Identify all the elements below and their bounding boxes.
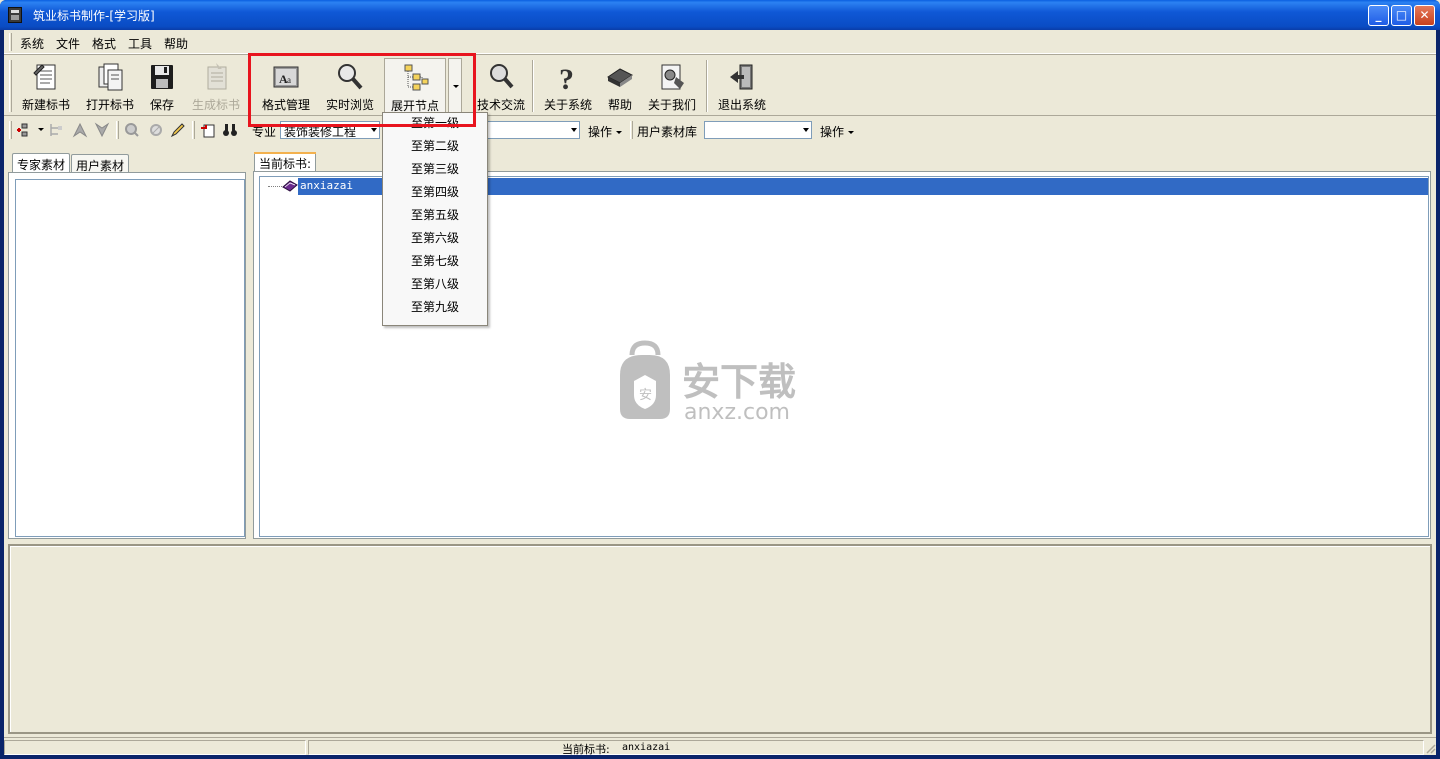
search-globe-icon (490, 64, 514, 89)
svg-text:安: 安 (639, 388, 652, 403)
menu-format[interactable]: 格式 (92, 35, 116, 52)
tech-exchange-button[interactable]: 技术交流 (474, 58, 528, 114)
save-label: 保存 (149, 98, 174, 112)
binoculars-icon[interactable] (222, 122, 238, 138)
minimize-button[interactable]: _ (1368, 5, 1389, 26)
exit-door-icon (730, 64, 753, 90)
toolbar-grip[interactable] (9, 60, 12, 112)
new-document-label: 新建标书 (21, 98, 70, 112)
chevron-down-icon (571, 128, 577, 132)
about-system-button[interactable]: ? 关于系统 (540, 58, 596, 114)
svg-text:?: ? (559, 63, 574, 93)
chevron-down-icon (371, 128, 377, 132)
operate-menu-1[interactable]: 操作 (588, 123, 623, 140)
menu-file[interactable]: 文件 (56, 35, 80, 52)
menu-item-level-9[interactable]: 至第九级 (383, 296, 487, 319)
menu-grip[interactable] (9, 33, 12, 51)
about-system-label: 关于系统 (543, 98, 592, 112)
menu-system[interactable]: 系统 (20, 35, 44, 52)
node-tree-icon[interactable] (48, 122, 64, 138)
title-bar[interactable]: 筑业标书制作-[学习版] _ □ ✕ (0, 0, 1440, 30)
tab-current-document[interactable]: 当前标书: (254, 152, 317, 172)
menu-bar: 系统 文件 格式 工具 帮助 (4, 30, 1436, 54)
exit-system-label: 退出系统 (717, 98, 766, 112)
menu-help[interactable]: 帮助 (164, 35, 188, 52)
help-book-icon (607, 68, 633, 87)
menu-item-level-6[interactable]: 至第六级 (383, 227, 487, 250)
operate-menu-2[interactable]: 操作 (820, 123, 855, 140)
generate-document-label: 生成标书 (191, 98, 240, 112)
add-node-dropdown-icon[interactable] (38, 128, 44, 131)
left-panel (8, 172, 246, 539)
maximize-button[interactable]: □ (1391, 5, 1412, 26)
new-document-icon (33, 64, 56, 90)
status-cell-1 (4, 740, 306, 755)
toolbar-separator (706, 60, 708, 112)
add-node-icon[interactable] (16, 122, 32, 138)
move-down-icon[interactable] (94, 122, 110, 138)
move-up-icon[interactable] (72, 122, 88, 138)
resize-grip-icon[interactable] (1424, 742, 1436, 754)
help-button[interactable]: 帮助 (604, 58, 636, 114)
save-button[interactable]: 保存 (142, 58, 182, 114)
status-value: anxiazai (622, 742, 671, 753)
client-area: 系统 文件 格式 工具 帮助 新建标书 打开标书 保存 生成标书 A a 格式管… (4, 30, 1436, 756)
tree-connector (268, 186, 282, 187)
menu-item-level-5[interactable]: 至第五级 (383, 204, 487, 227)
status-bar: 当前标书: anxiazai (4, 737, 1436, 756)
tab-user-material[interactable]: 用户素材 (71, 154, 130, 173)
generate-document-button[interactable]: 生成标书 (188, 58, 244, 114)
chevron-down-icon (803, 128, 809, 132)
window-title: 筑业标书制作-[学习版] (33, 9, 155, 23)
new-document-button[interactable]: 新建标书 (18, 58, 74, 114)
watermark-logo: 安 安下载 anxz.com (620, 340, 796, 425)
book-icon (282, 180, 298, 192)
about-us-button[interactable]: 关于我们 (644, 58, 700, 114)
find-icon[interactable] (124, 122, 140, 138)
menu-item-level-2[interactable]: 至第二级 (383, 135, 487, 158)
floppy-disk-icon (151, 65, 173, 89)
status-cell-2 (308, 740, 1424, 755)
open-document-button[interactable]: 打开标书 (82, 58, 138, 114)
secondary-toolbar: 专业 装饰装修工程 操作 用户素材库 操作 (4, 118, 1436, 142)
menu-item-level-8[interactable]: 至第八级 (383, 273, 487, 296)
main-toolbar: 新建标书 打开标书 保存 生成标书 A a 格式管理 实时浏览 展开节点 技术交… (4, 56, 1436, 116)
toolbar2-separator (630, 121, 633, 139)
tech-exchange-label: 技术交流 (476, 98, 525, 112)
close-button[interactable]: ✕ (1414, 5, 1435, 26)
toolbar-separator (532, 60, 534, 112)
material-select[interactable] (486, 121, 580, 139)
watermark-en: anxz.com (684, 400, 790, 425)
about-us-icon (661, 64, 684, 90)
menu-item-level-3[interactable]: 至第三级 (383, 158, 487, 181)
status-label: 当前标书: (562, 743, 610, 756)
toolbar2-separator (192, 121, 195, 139)
expand-level-menu: 至第一级 至第二级 至第三级 至第四级 至第五级 至第六级 至第七级 至第八级 … (382, 112, 488, 326)
app-icon (8, 7, 22, 23)
open-document-label: 打开标书 (85, 98, 134, 112)
generate-document-icon (207, 63, 227, 90)
exit-system-button[interactable]: 退出系统 (714, 58, 770, 114)
toolbar2-grip[interactable] (9, 121, 12, 139)
open-document-icon (98, 63, 123, 91)
user-library-select[interactable] (704, 121, 812, 139)
paste-document-icon[interactable] (200, 122, 216, 138)
replace-icon[interactable] (148, 122, 164, 138)
help-label: 帮助 (607, 98, 632, 112)
about-us-label: 关于我们 (647, 98, 696, 112)
material-list[interactable] (15, 179, 245, 537)
user-library-label: 用户素材库 (637, 125, 698, 139)
menu-item-level-4[interactable]: 至第四级 (383, 181, 487, 204)
content-preview-panel[interactable] (8, 544, 1432, 734)
tab-expert-material[interactable]: 专家素材 (12, 153, 71, 173)
question-mark-icon: ? (559, 63, 574, 93)
app-window: 筑业标书制作-[学习版] _ □ ✕ 系统 文件 格式 工具 帮助 新建标书 打… (0, 0, 1440, 759)
highlight-annotation (248, 53, 476, 127)
watermark-cn: 安下载 (682, 360, 796, 404)
pen-edit-icon[interactable] (170, 122, 186, 138)
toolbar2-separator (116, 121, 119, 139)
menu-item-level-7[interactable]: 至第七级 (383, 250, 487, 273)
menu-tools[interactable]: 工具 (128, 35, 152, 52)
